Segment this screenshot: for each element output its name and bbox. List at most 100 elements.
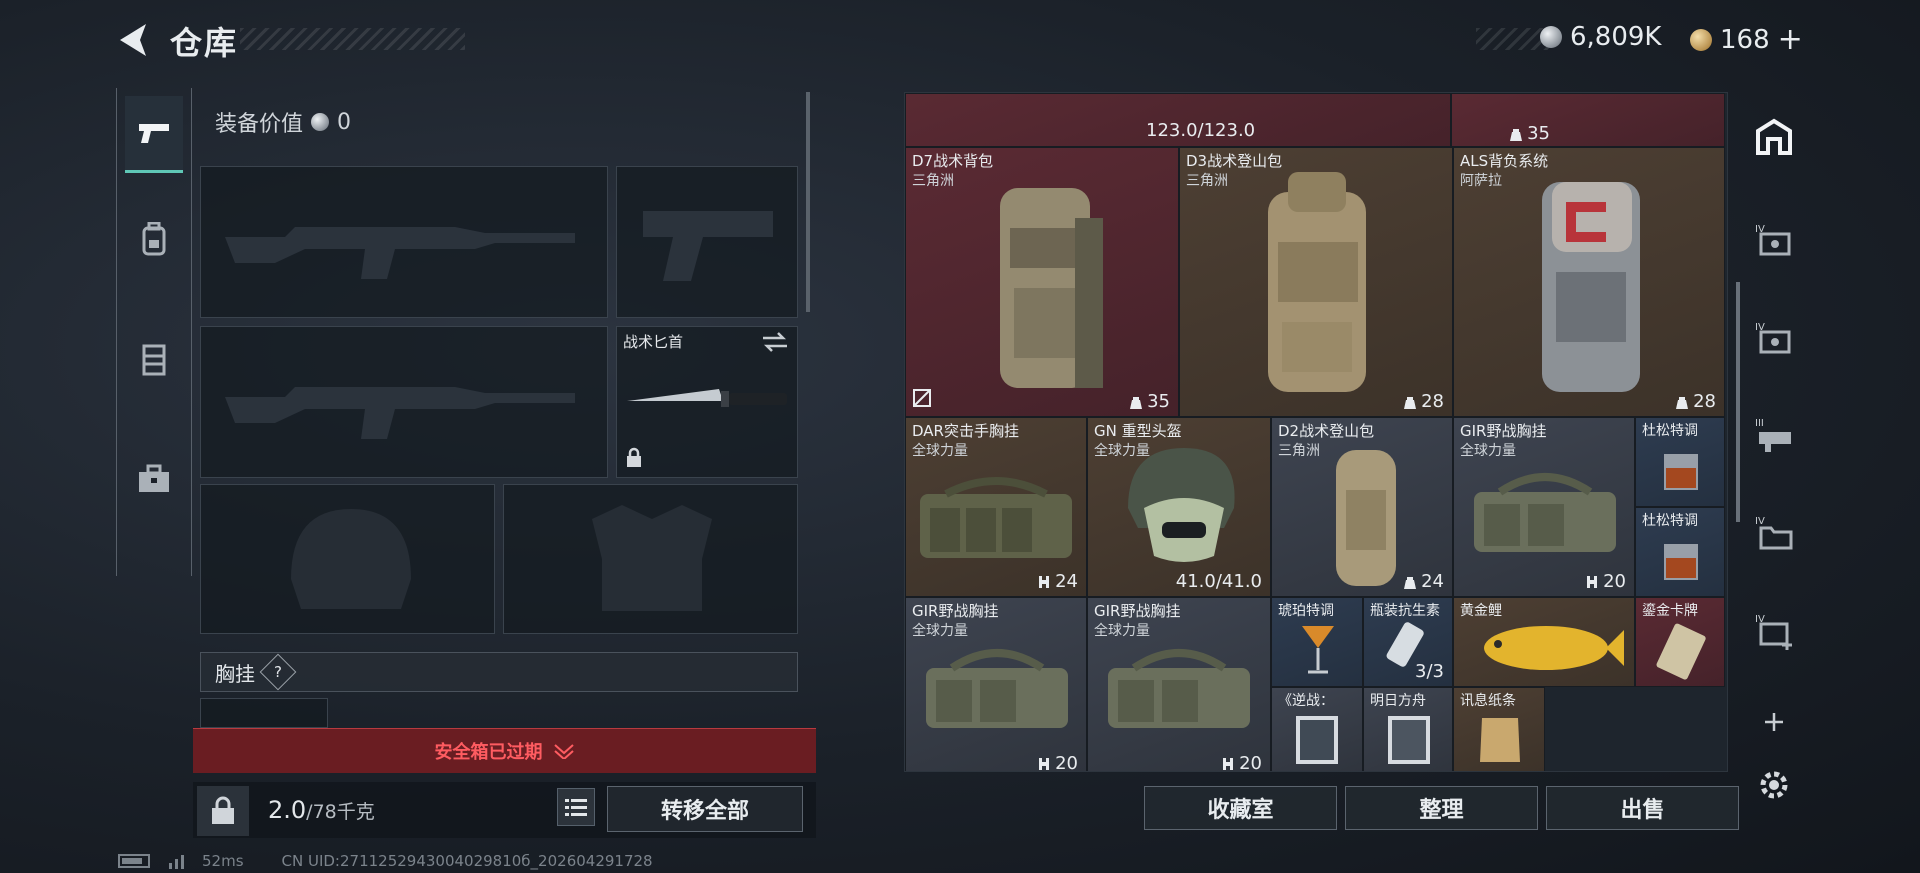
capacity-icon [1130, 396, 1143, 409]
grid-item-gn-helmet[interactable]: GN 重型头盔 全球力量 41.0/41.0 [1087, 417, 1271, 597]
equipment-value: 装备价值 0 [215, 106, 351, 138]
item-capacity: 20 [1037, 753, 1078, 772]
grid-item-message-note[interactable]: 讯息纸条 [1453, 687, 1545, 771]
photo-card-icon [1388, 716, 1430, 764]
grid-item-arknights-collectible[interactable]: 明日方舟 [1363, 687, 1453, 771]
chest-rig-image [1108, 649, 1250, 728]
capacity-value: 35 [1527, 123, 1550, 144]
grid-item-dar-rig[interactable]: DAR突击手胸挂 全球力量 24 [905, 417, 1087, 597]
storage-page-3[interactable]: III [1746, 406, 1802, 466]
backpack-icon [142, 222, 166, 256]
gold-amount: 168 [1720, 24, 1770, 55]
add-gold-icon[interactable]: + [1778, 22, 1803, 57]
storage-page-4-add[interactable]: IV [1746, 602, 1802, 662]
item-capacity: 35 [1509, 123, 1550, 144]
inventory-grid: 123.0/123.0 35 D7战术背包 三角洲 35 D3战术登山包 三角洲 [904, 92, 1728, 772]
sell-button[interactable]: 出售 [1546, 786, 1739, 830]
capacity-icon [1404, 576, 1417, 589]
tab-backpack[interactable] [125, 202, 183, 276]
capacity-value: 20 [1055, 753, 1078, 772]
grid-item-d3-backpack[interactable]: D3战术登山包 三角洲 28 [1179, 147, 1453, 417]
grid-item-gilded-card[interactable]: 鎏金卡牌 [1635, 597, 1725, 687]
add-storage-button[interactable] [1746, 702, 1802, 742]
storage-page-4b[interactable]: IV [1746, 310, 1802, 370]
item-faction: 全球力量 [912, 623, 968, 639]
item-faction: 三角洲 [912, 173, 954, 189]
safe-box-status: 安全箱已过期 [434, 742, 543, 763]
grid-item-d7-backpack[interactable]: D7战术背包 三角洲 35 [905, 147, 1179, 417]
tab-weapons[interactable] [125, 96, 183, 173]
vest-icon [142, 344, 166, 376]
item-durability: 41.0/41.0 [1175, 571, 1262, 592]
ping-readout: 52ms [202, 852, 244, 870]
item-name: D2战术登山包 [1278, 422, 1375, 440]
grid-item-gir-rig[interactable]: GIR野战胸挂 全球力量 20 [1453, 417, 1635, 597]
grid-item-top-right[interactable]: 35 [1451, 93, 1725, 147]
list-view-button[interactable] [557, 788, 595, 826]
back-arrow-icon [120, 24, 146, 56]
weight-lock-button[interactable] [197, 786, 249, 836]
tactical-knife-icon [627, 389, 787, 407]
tab-vest[interactable] [125, 322, 183, 396]
grid-item-gir-rig[interactable]: GIR野战胸挂 全球力量 20 [1087, 597, 1271, 772]
gold-currency[interactable]: 168 + [1690, 22, 1803, 57]
grid-item-amber-drink[interactable]: 琥珀特调 [1271, 597, 1363, 687]
backpack-image [1336, 450, 1396, 586]
grid-item-d2-backpack[interactable]: D2战术登山包 三角洲 24 [1271, 417, 1453, 597]
transfer-all-button[interactable]: 转移全部 [607, 786, 803, 832]
helmet-slot[interactable] [200, 484, 495, 634]
grid-item-gir-rig[interactable]: GIR野战胸挂 全球力量 20 [905, 597, 1087, 772]
backpack-image [1268, 172, 1366, 392]
grid-item-top-backpack[interactable]: 123.0/123.0 [905, 93, 1451, 147]
chest-rig-section[interactable]: 胸挂 ? [200, 652, 798, 692]
storage-folder-icon: IV [1755, 516, 1793, 550]
lock-icon [627, 447, 641, 467]
back-button[interactable] [114, 20, 154, 60]
chest-rig-slot[interactable] [200, 698, 328, 728]
primary-weapon-slot[interactable] [200, 166, 608, 318]
knife-slot[interactable]: 战术匕首 [616, 326, 798, 478]
settings-button[interactable] [1746, 760, 1802, 810]
capacity-value: 20 [1239, 753, 1262, 772]
grid-item-als-backpack[interactable]: ALS背负系统 阿萨拉 28 [1453, 147, 1725, 417]
grid-item-ni-zhan-collectible[interactable]: 《逆战： [1271, 687, 1363, 771]
storage-page-4a[interactable]: IV [1746, 212, 1802, 272]
rifle-silhouette-icon [225, 227, 575, 279]
grid-item-gin-drink-1[interactable]: 杜松特调 [1635, 417, 1725, 507]
grid-item-antibiotics[interactable]: 瓶装抗生素 3/3 [1363, 597, 1453, 687]
knife-label: 战术匕首 [623, 333, 684, 351]
storage-page-4c[interactable]: IV [1746, 504, 1802, 564]
item-name: 鎏金卡牌 [1642, 603, 1698, 619]
silver-amount: 6,809K [1570, 22, 1662, 52]
item-uses: 3/3 [1415, 661, 1444, 682]
grid-scrollbar[interactable] [1736, 282, 1740, 522]
list-icon [565, 799, 587, 816]
capacity-value: 28 [1421, 391, 1444, 412]
storage-home-icon [1756, 118, 1792, 155]
help-icon[interactable]: ? [259, 653, 297, 691]
organize-button[interactable]: 整理 [1345, 786, 1538, 830]
tab-case[interactable] [125, 442, 183, 516]
rig-capacity-icon [1223, 757, 1234, 770]
grid-item-gin-drink-2[interactable]: 杜松特调 [1635, 507, 1725, 597]
item-name: 明日方舟 [1370, 693, 1426, 709]
whiskey-glass-icon [1664, 544, 1698, 580]
no-insure-icon [913, 389, 931, 407]
item-name: 杜松特调 [1642, 513, 1698, 529]
swap-icon[interactable] [761, 331, 789, 353]
item-faction: 三角洲 [1278, 443, 1320, 459]
briefcase-icon [139, 464, 169, 492]
pistol-slot[interactable] [616, 166, 798, 318]
loadout-scrollbar[interactable] [806, 92, 810, 312]
item-faction: 阿萨拉 [1460, 173, 1502, 189]
secondary-weapon-slot[interactable] [200, 326, 608, 478]
armor-slot[interactable] [503, 484, 798, 634]
cocktail-glass-icon [1302, 626, 1334, 674]
grid-item-golden-carp[interactable]: 黄金鲤 [1453, 597, 1635, 687]
item-name: GIR野战胸挂 [1460, 422, 1547, 440]
safe-box-banner[interactable]: 安全箱已过期 [193, 728, 816, 773]
collection-room-button[interactable]: 收藏室 [1144, 786, 1337, 830]
weight-value: 2.0 [268, 796, 307, 824]
whiskey-glass-icon [1664, 454, 1698, 490]
storage-home-button[interactable] [1746, 102, 1802, 172]
